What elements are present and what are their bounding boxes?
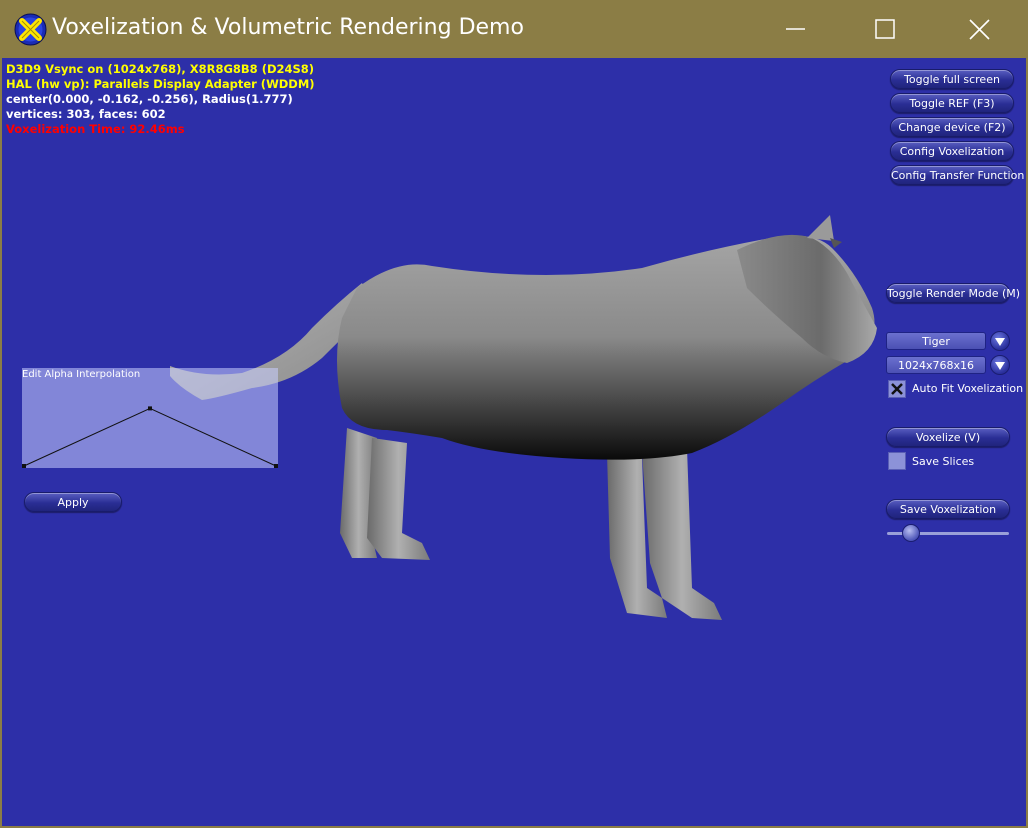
save-slices-label: Save Slices [912, 455, 975, 468]
alpha-control-point[interactable] [148, 406, 152, 411]
alpha-control-point[interactable] [274, 464, 278, 468]
directx-x-icon [14, 13, 47, 46]
minimize-icon [786, 28, 805, 30]
stats-adapter-line: HAL (hw vp): Parallels Display Adapter (… [6, 77, 315, 91]
model-select-dropdown[interactable] [990, 331, 1010, 351]
resolution-select[interactable]: 1024x768x16 [886, 356, 986, 374]
alpha-interpolation-editor[interactable] [22, 368, 278, 468]
chevron-down-icon [995, 338, 1005, 346]
config-transfer-function-button[interactable]: Config Transfer Function [890, 165, 1024, 185]
resolution-select-dropdown[interactable] [990, 355, 1010, 375]
chevron-down-icon [995, 362, 1005, 370]
toggle-render-mode-button[interactable]: Toggle Render Mode (M) [886, 283, 1020, 303]
save-voxelization-button[interactable]: Save Voxelization [886, 499, 1010, 519]
toggle-full-screen-button[interactable]: Toggle full screen [890, 69, 1014, 89]
change-device-button[interactable]: Change device (F2) [890, 117, 1014, 137]
voxelize-button[interactable]: Voxelize (V) [886, 427, 1010, 447]
auto-fit-label: Auto Fit Voxelization Bo [912, 382, 1026, 395]
stats-device-line: D3D9 Vsync on (1024x768), X8R8G8B8 (D24S… [6, 62, 315, 76]
alpha-control-point[interactable] [22, 464, 26, 468]
alpha-curve-line [23, 407, 277, 467]
device-stats: D3D9 Vsync on (1024x768), X8R8G8B8 (D24S… [6, 62, 315, 137]
close-icon [969, 19, 990, 40]
app-window: Voxelization & Volumetric Rendering Demo [0, 0, 1028, 828]
window-title: Voxelization & Volumetric Rendering Demo [52, 15, 524, 40]
save-slices-checkbox[interactable] [888, 452, 906, 470]
check-x-icon [891, 383, 903, 395]
minimize-button[interactable] [750, 0, 842, 58]
close-button[interactable] [934, 0, 1026, 58]
stats-center-line: center(0.000, -0.162, -0.256), Radius(1.… [6, 92, 293, 106]
maximize-icon [875, 19, 895, 39]
auto-fit-checkbox[interactable] [888, 380, 906, 398]
model-select[interactable]: Tiger [886, 332, 986, 350]
config-voxelization-button[interactable]: Config Voxelization [890, 141, 1014, 161]
toggle-ref-button[interactable]: Toggle REF (F3) [890, 93, 1014, 113]
title-bar[interactable]: Voxelization & Volumetric Rendering Demo [0, 0, 1028, 58]
maximize-button[interactable] [840, 0, 932, 58]
render-viewport[interactable]: D3D9 Vsync on (1024x768), X8R8G8B8 (D24S… [2, 58, 1026, 826]
stats-voxelization-time: Voxelization Time: 92.46ms [6, 122, 185, 136]
alpha-editor-label: Edit Alpha Interpolation [22, 369, 141, 380]
apply-button[interactable]: Apply [24, 492, 122, 512]
alpha-curve[interactable] [22, 368, 278, 468]
stats-vertices-line: vertices: 303, faces: 602 [6, 107, 166, 121]
